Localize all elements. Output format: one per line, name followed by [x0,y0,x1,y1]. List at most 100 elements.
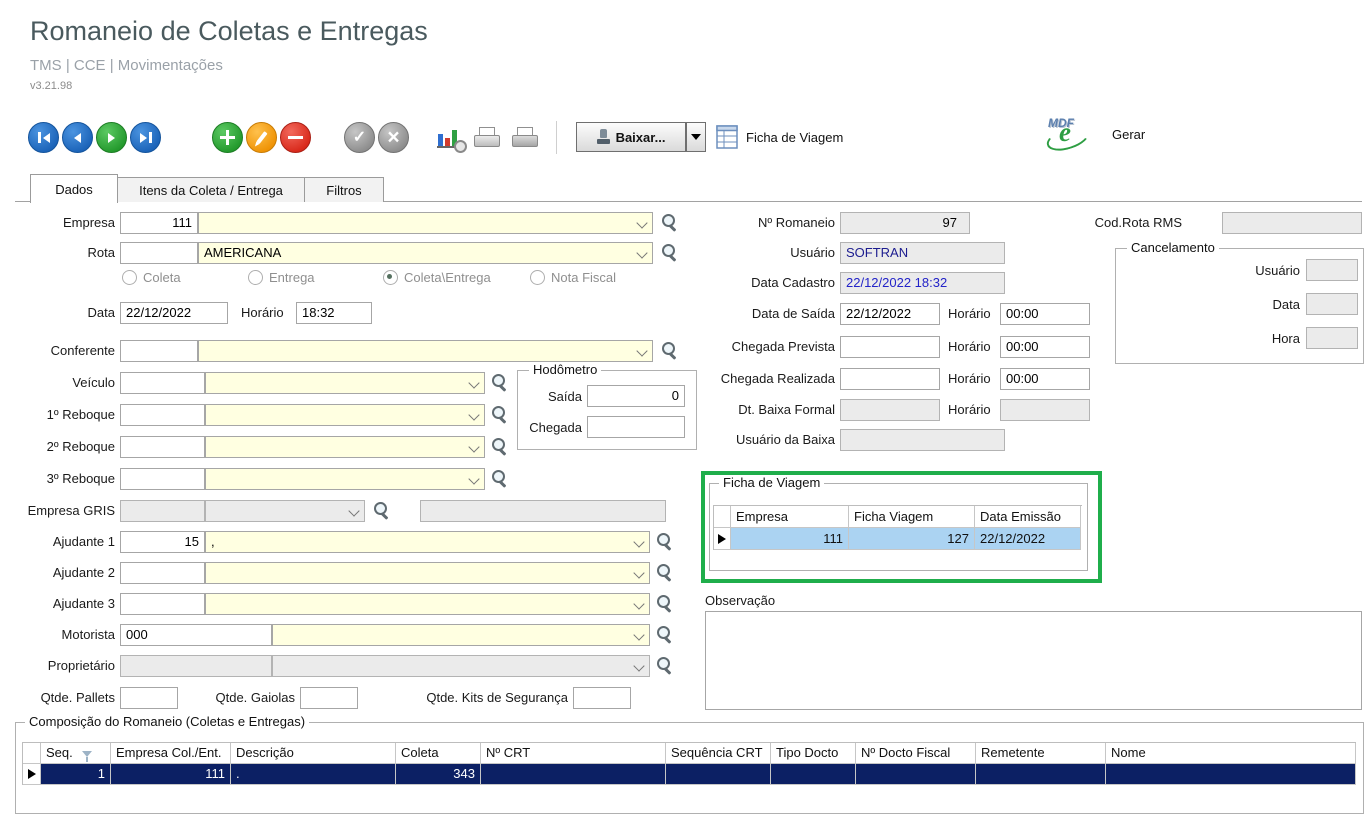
dt-baixa-formal-label: Dt. Baixa Formal [690,399,835,421]
comp-col-ndocto-fiscal[interactable]: Nº Docto Fiscal [856,743,976,764]
nav-first-button[interactable] [28,122,59,153]
observacao-textarea[interactable] [705,611,1362,710]
empresa-search-icon[interactable] [660,213,680,233]
rota-name-combo[interactable]: AMERICANA [198,242,653,264]
ajudante3-search-icon[interactable] [655,594,675,614]
tab-filtros[interactable]: Filtros [304,177,384,202]
delete-record-button[interactable] [280,122,311,153]
ficha-cell-ficha-viagem: 127 [849,528,975,550]
reboque2-combo[interactable] [205,436,485,458]
ajudante3-code-field[interactable] [120,593,205,615]
ajudante2-code-field[interactable] [120,562,205,584]
rota-code-field[interactable] [120,242,198,264]
rota-search-icon[interactable] [660,243,680,263]
ajudante2-search-icon[interactable] [655,563,675,583]
comp-col-ncrt[interactable]: Nº CRT [481,743,666,764]
comp-cell-empresa: 111 [111,764,231,785]
arrow-left-icon [43,133,50,143]
reboque1-search-icon[interactable] [490,405,510,425]
comp-cell-remetente [976,764,1106,785]
conferente-search-icon[interactable] [660,341,680,361]
chevron-down-icon [633,660,644,671]
rota-label: Rota [10,242,115,264]
gear-icon [454,140,467,153]
chegada-prevista-horario-field[interactable]: 00:00 [1000,336,1090,358]
qtde-kits-field[interactable] [573,687,631,709]
veiculo-combo[interactable] [205,372,485,394]
comp-col-sequencia-crt[interactable]: Sequência CRT [666,743,771,764]
radio-coleta[interactable]: Coleta [122,269,181,285]
comp-col-nome[interactable]: Nome [1106,743,1356,764]
print-icon[interactable] [472,127,500,151]
empresa-name-combo[interactable] [198,212,653,234]
empresa-code-field[interactable]: 111 [120,212,198,234]
radio-circle-icon [383,270,398,285]
nav-next-button[interactable] [96,122,127,153]
ficha-viagem-toolbar-button[interactable]: Ficha de Viagem [716,122,843,152]
tab-itens-coleta-entrega[interactable]: Itens da Coleta / Entrega [116,177,306,202]
ajudante1-label: Ajudante 1 [10,531,115,553]
ajudante1-search-icon[interactable] [655,532,675,552]
comp-col-descricao[interactable]: Descrição [231,743,396,764]
reboque2-search-icon[interactable] [490,437,510,457]
comp-col-empresa[interactable]: Empresa Col./Ent. [111,743,231,764]
veiculo-search-icon[interactable] [490,373,510,393]
conferente-code-field[interactable] [120,340,198,362]
reboque3-combo[interactable] [205,468,485,490]
ajudante1-combo[interactable]: , [205,531,650,553]
data-field[interactable]: 22/12/2022 [120,302,228,324]
comp-col-remetente[interactable]: Remetente [976,743,1106,764]
ajudante3-combo[interactable] [205,593,650,615]
veiculo-code-field[interactable] [120,372,205,394]
qtde-pallets-field[interactable] [120,687,178,709]
ajudante1-code-field[interactable]: 15 [120,531,205,553]
filter-icon[interactable] [82,751,92,757]
motorista-combo[interactable] [272,624,650,646]
motorista-code-field[interactable]: 000 [120,624,272,646]
gerar-mdfe-button[interactable]: MDF e Gerar [1046,114,1145,154]
conferente-name-combo[interactable] [198,340,653,362]
chart-button[interactable] [436,124,466,152]
chegada-realizada-horario-field[interactable]: 00:00 [1000,368,1090,390]
data-saida-field[interactable]: 22/12/2022 [840,303,940,325]
ficha-viagem-table-row[interactable]: 111 127 22/12/2022 [714,528,1082,550]
comp-col-coleta[interactable]: Coleta [396,743,481,764]
composicao-table-row[interactable]: 1 111 . 343 [23,764,1356,785]
chegada-realizada-field[interactable] [840,368,940,390]
hodometro-saida-field[interactable]: 0 [587,385,685,407]
qtde-gaiolas-field[interactable] [300,687,358,709]
horario-field[interactable]: 18:32 [296,302,372,324]
comp-col-seq[interactable]: Seq. [41,743,111,764]
cod-rota-rms-label: Cod.Rota RMS [1080,212,1182,234]
reboque1-combo[interactable] [205,404,485,426]
comp-col-tipo-docto[interactable]: Tipo Docto [771,743,856,764]
add-record-button[interactable] [212,122,243,153]
tab-filtros-label: Filtros [326,183,361,198]
chart-bar-blue [438,134,443,146]
cancel-button[interactable] [378,122,409,153]
hodometro-chegada-field[interactable] [587,416,685,438]
tab-dados[interactable]: Dados [30,174,118,203]
reboque3-code-field[interactable] [120,468,205,490]
reboque1-code-field[interactable] [120,404,205,426]
data-saida-horario-field[interactable]: 00:00 [1000,303,1090,325]
nav-prev-button[interactable] [62,122,93,153]
confirm-button[interactable] [344,122,375,153]
chart-bar-red [445,138,450,146]
motorista-search-icon[interactable] [655,625,675,645]
nav-last-button[interactable] [130,122,161,153]
ajudante2-combo[interactable] [205,562,650,584]
edit-record-button[interactable] [246,122,277,153]
baixar-button[interactable]: Baixar... [576,122,686,152]
empresa-gris-search-icon[interactable] [372,501,392,521]
chevron-down-icon [348,505,359,516]
reboque2-code-field[interactable] [120,436,205,458]
radio-coleta-entrega[interactable]: Coleta\Entrega [383,269,491,285]
proprietario-search-icon[interactable] [655,656,675,676]
print-settings-icon[interactable] [510,127,538,151]
baixar-dropdown-button[interactable] [686,122,706,152]
reboque3-search-icon[interactable] [490,469,510,489]
chegada-prevista-field[interactable] [840,336,940,358]
radio-entrega[interactable]: Entrega [248,269,315,285]
radio-nota-fiscal[interactable]: Nota Fiscal [530,269,616,285]
